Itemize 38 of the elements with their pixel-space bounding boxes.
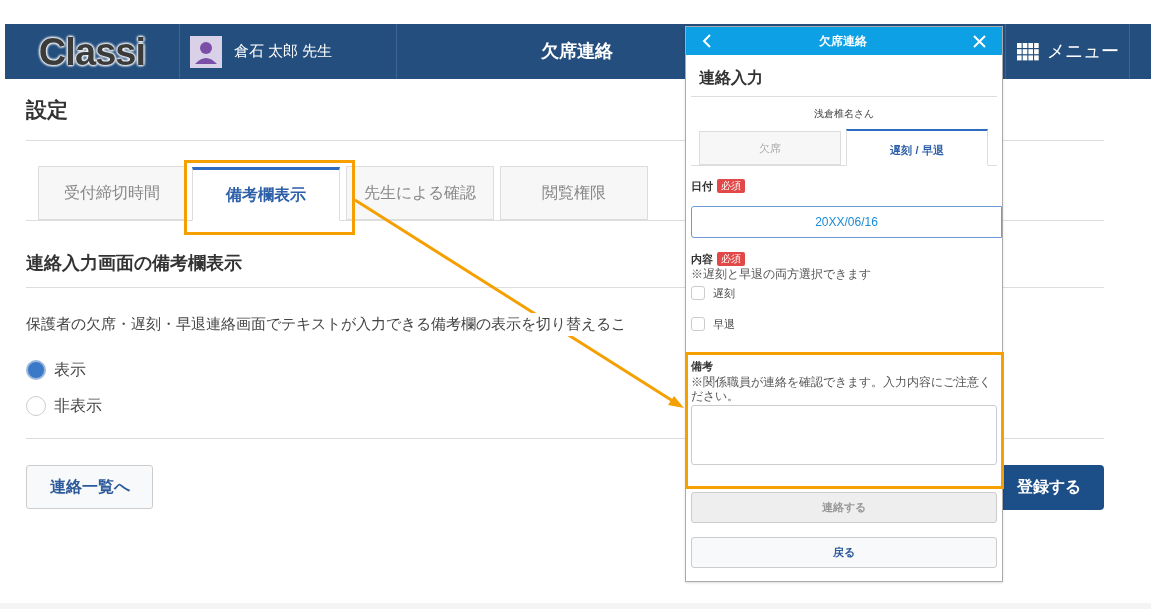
date-field[interactable]: 20XX/06/16 (691, 205, 1002, 238)
student-name: 浅倉椎名さん (814, 106, 874, 121)
radio-label: 非表示 (54, 395, 102, 416)
contact-list-button[interactable]: 連絡一覧へ (26, 465, 153, 509)
popup-heading: 連絡入力 (699, 68, 763, 88)
radio-button[interactable] (26, 359, 46, 380)
settings-tab[interactable]: 閲覧権限 (500, 166, 648, 220)
checkbox-label: 遅刻 (713, 286, 735, 301)
popup-title: 欠席連絡 (818, 33, 867, 50)
content-note: ※遅刻と早退の両方選択できます (691, 267, 872, 281)
checkbox-label: 早退 (713, 316, 735, 332)
user-name: 倉石 太郎 先生 (234, 41, 333, 62)
date-label: 日付 (691, 179, 713, 194)
back-icon[interactable] (702, 34, 712, 48)
contact-type-tab[interactable]: 遅刻 / 早退 (846, 129, 988, 166)
content-label: 内容 (691, 251, 713, 267)
contact-type-tab[interactable]: 欠席 (699, 131, 841, 165)
page-title: 欠席連絡 (541, 40, 613, 63)
section-title: 連絡入力画面の備考欄表示 (26, 252, 242, 275)
radio-button[interactable] (26, 395, 46, 416)
menu-button[interactable]: メニュー (1005, 24, 1130, 79)
settings-tab[interactable]: 備考欄表示 (192, 167, 340, 221)
description-text: 保護者の欠席・遅刻・早退連絡画面でテキストが入力できる備考欄の表示を切り替えるこ (26, 313, 626, 336)
grid-icon (1016, 42, 1039, 61)
settings-tab[interactable]: 先生による確認 (346, 166, 494, 220)
user-avatar-icon (190, 35, 222, 68)
remarks-note: ※関係職員が連絡を確認できます。入力内容にご注意ください。 (691, 374, 992, 403)
remarks-textarea[interactable] (691, 404, 997, 465)
checkbox[interactable] (691, 286, 705, 301)
radio-label: 表示 (54, 359, 86, 380)
return-button[interactable]: 戻る (691, 536, 997, 568)
remarks-label: 備考 (691, 359, 714, 374)
settings-tab[interactable]: 受付締切時間 (38, 166, 186, 220)
checkbox[interactable] (691, 316, 705, 331)
settings-heading: 設定 (26, 96, 68, 123)
required-tag: 必須 (717, 179, 745, 194)
close-icon[interactable] (973, 34, 986, 48)
required-tag: 必須 (717, 251, 745, 266)
